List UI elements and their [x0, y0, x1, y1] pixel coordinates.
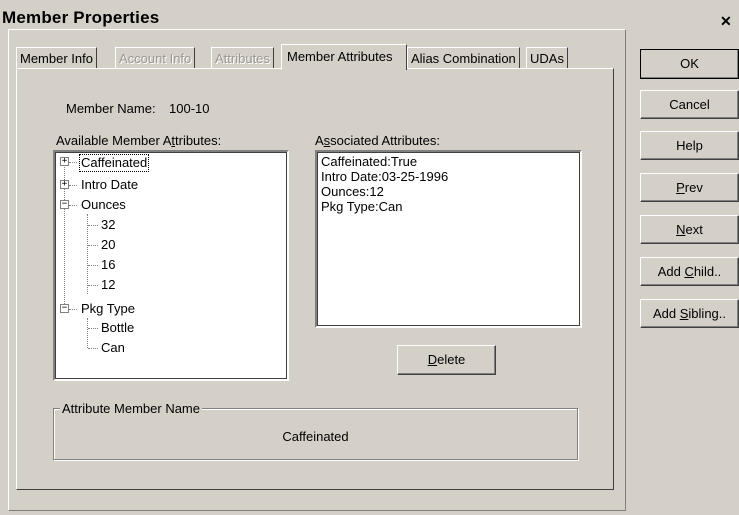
tree-node-32[interactable]: 32	[101, 217, 115, 233]
associated-attributes-list[interactable]: Caffeinated:True Intro Date:03-25-1996 O…	[315, 150, 582, 328]
tree-node-intro-date[interactable]: Intro Date	[81, 177, 138, 193]
list-item[interactable]: Intro Date:03-25-1996	[321, 169, 448, 184]
list-item[interactable]: Pkg Type:Can	[321, 199, 402, 214]
tab-member-attributes[interactable]: Member Attributes	[281, 44, 407, 70]
tab-alias-combination[interactable]: Alias Combination	[407, 47, 520, 68]
available-attributes-label: Available Member Attributes:	[56, 133, 222, 148]
list-item[interactable]: Ounces:12	[321, 184, 384, 199]
member-name-value: 100-10	[169, 101, 210, 116]
tree-node-can[interactable]: Can	[101, 340, 125, 356]
tree-node-12[interactable]: 12	[101, 277, 115, 293]
ok-button[interactable]: OK	[640, 49, 739, 79]
attribute-member-name-legend: Attribute Member Name	[60, 401, 202, 416]
available-attributes-tree[interactable]: + Caffeinated + Intro Date − Ounces 32 2…	[53, 150, 289, 381]
list-item[interactable]: Caffeinated:True	[321, 154, 417, 169]
help-button[interactable]: Help	[640, 131, 739, 160]
collapse-icon[interactable]: −	[60, 200, 69, 209]
close-icon[interactable]: ✕	[720, 12, 739, 30]
tree-node-bottle[interactable]: Bottle	[101, 320, 134, 336]
window-title: Member Properties	[2, 8, 160, 27]
add-child-button[interactable]: Add Child..	[640, 257, 739, 286]
title-bar: Member Properties ✕	[0, 0, 739, 29]
delete-button[interactable]: Delete	[397, 345, 496, 375]
tree-node-caffeinated[interactable]: Caffeinated	[79, 154, 150, 172]
expand-icon[interactable]: +	[60, 157, 69, 166]
attribute-member-name-value: Caffeinated	[282, 429, 349, 444]
cancel-button[interactable]: Cancel	[640, 90, 739, 119]
tree-node-20[interactable]: 20	[101, 237, 115, 253]
associated-attributes-label: Associated Attributes:	[315, 133, 441, 148]
tab-member-info[interactable]: Member Info	[16, 47, 97, 68]
tab-udas[interactable]: UDAs	[526, 47, 568, 68]
prev-button[interactable]: Prev	[640, 173, 739, 202]
tree-node-16[interactable]: 16	[101, 257, 115, 273]
expand-icon[interactable]: +	[60, 180, 69, 189]
member-name-label: Member Name:	[66, 101, 156, 116]
next-button[interactable]: Next	[640, 215, 739, 244]
tab-attributes: Attributes	[211, 47, 274, 68]
tree-node-ounces[interactable]: Ounces	[81, 197, 126, 213]
tree-node-pkg-type[interactable]: Pkg Type	[81, 301, 135, 317]
tab-account-info: Account Info	[115, 47, 196, 68]
add-sibling-button[interactable]: Add Sibling..	[640, 299, 739, 328]
collapse-icon[interactable]: −	[60, 304, 69, 313]
